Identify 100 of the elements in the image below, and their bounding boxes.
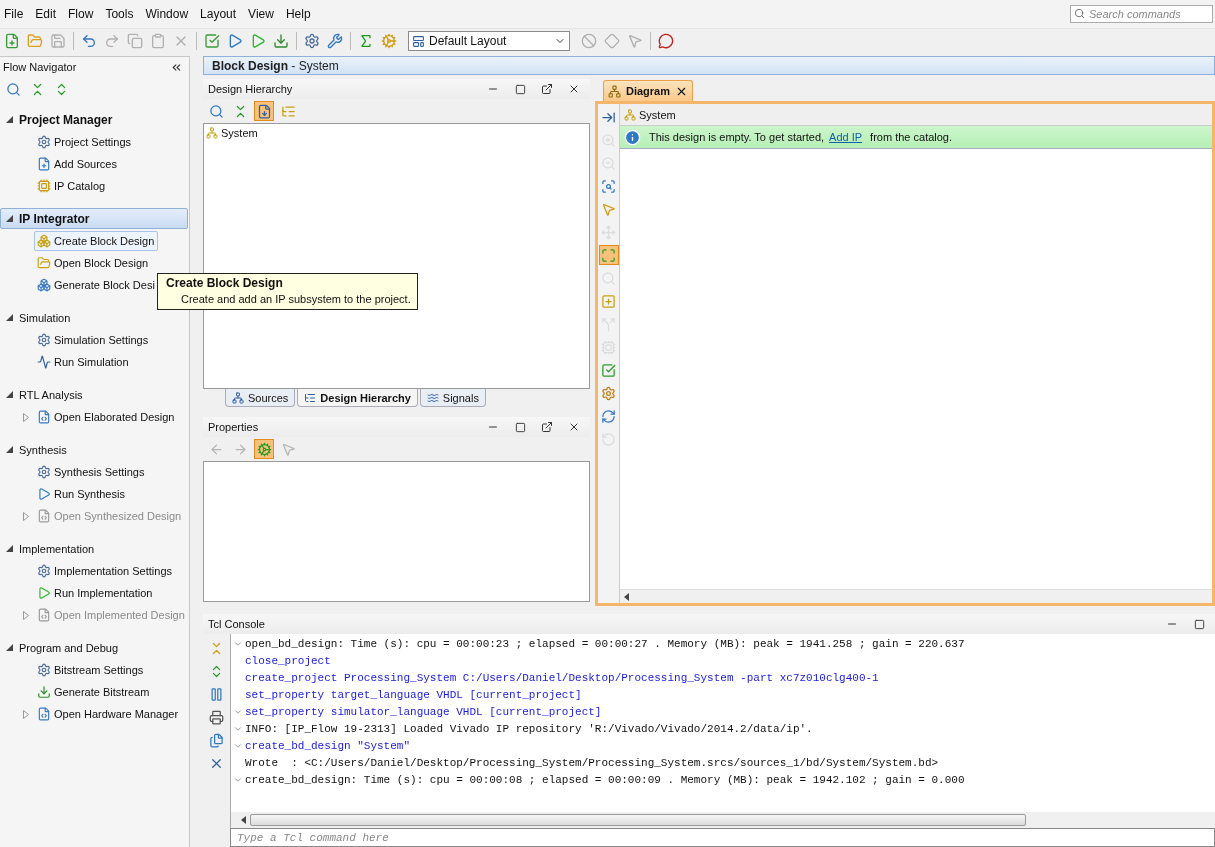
download-button[interactable]	[271, 31, 291, 51]
nav-item[interactable]: Project Settings	[34, 132, 136, 152]
nav-item[interactable]: Run Synthesis	[34, 484, 129, 504]
scrollbar-thumb[interactable]	[250, 814, 1026, 826]
console-line: create_bd_design "System"	[245, 739, 411, 752]
console-line: create_bd_design: Time (s): cpu = 00:00:08 ; elapsed = 00:00:09 . Memory (MB): peak = 1942.102 ; gain = 0.000	[245, 773, 965, 786]
save-icon	[50, 33, 66, 49]
float-icon	[541, 421, 553, 433]
console-line: close_project	[245, 654, 331, 667]
expand-triangle-icon[interactable]	[23, 412, 29, 422]
chat-button[interactable]	[656, 31, 676, 51]
refresh-icon	[601, 408, 616, 424]
panel-tab[interactable]: Design Hierarchy	[297, 389, 418, 407]
boxes-icon	[37, 278, 51, 292]
section-header[interactable]: IP Integrator	[0, 208, 188, 229]
tcl-command-field[interactable]: Type a Tcl command here	[230, 828, 1215, 847]
folder-icon	[27, 33, 43, 49]
nav-item[interactable]: Open Hardware Manager	[34, 704, 183, 724]
back-icon	[208, 441, 224, 457]
settings-button[interactable]	[302, 31, 322, 51]
move-icon	[601, 224, 616, 240]
menu-item[interactable]: Window	[143, 7, 197, 21]
search-icon	[208, 103, 224, 119]
check-icon	[601, 362, 616, 378]
fit-button[interactable]	[598, 245, 619, 265]
search-field[interactable]: Search commands	[1070, 5, 1213, 23]
nav-item[interactable]: Synthesis Settings	[34, 462, 149, 482]
nav-item[interactable]: Create Block Design	[34, 231, 159, 251]
add-ip-link[interactable]: Add IP	[829, 131, 863, 143]
panel-tab[interactable]: Sources	[225, 389, 296, 407]
pause-icon	[209, 686, 224, 702]
nav-item[interactable]: Bitstream Settings	[34, 660, 148, 680]
diamond-icon	[604, 33, 620, 49]
tree-node[interactable]: System	[206, 125, 587, 140]
tooltip-title: Create Block Design	[166, 276, 284, 291]
menu-item[interactable]: View	[246, 7, 282, 21]
chip-icon	[37, 179, 51, 193]
section-header[interactable]: Implementation	[0, 538, 188, 559]
console-line: set_property simulator_language VHDL [current_project]	[245, 705, 602, 718]
pointer-icon	[627, 33, 643, 49]
expanded-triangle-icon	[6, 116, 13, 123]
gear-button[interactable]	[254, 439, 274, 459]
console-line: Wrote : <C:/Users/Daniel/Desktop/Processing_System/Processing_System.srcs/sources_1/bd/System/System.bd>	[245, 756, 939, 769]
nav-item[interactable]: Simulation Settings	[34, 330, 153, 350]
waveform-icon	[37, 355, 51, 369]
expand-triangle-icon[interactable]	[23, 709, 29, 719]
gear-icon	[37, 333, 51, 347]
hierarchy-icon	[624, 108, 636, 121]
layout-dropdown[interactable]: Default Layout	[408, 31, 570, 51]
nav-item[interactable]: Run Implementation	[34, 583, 157, 603]
menu-item[interactable]: Tools	[103, 7, 142, 21]
boxes-icon	[37, 234, 51, 248]
gear-button[interactable]	[379, 31, 399, 51]
panel-title: Tcl Console	[208, 618, 265, 630]
menu-item[interactable]: File	[2, 7, 32, 21]
section-header[interactable]: RTL Analysis	[0, 384, 188, 405]
nav-item[interactable]: IP Catalog	[34, 176, 110, 196]
gear-icon	[37, 663, 51, 677]
zoom-fit-icon	[601, 178, 616, 194]
expanded-triangle-icon	[6, 391, 13, 398]
console-line: INFO: [IP_Flow 19-2313] Loaded Vivado IP repository 'R:/Vivado/Vivado/2014.2/data/ip'.	[245, 722, 813, 735]
forward-icon	[232, 441, 248, 457]
nav-item[interactable]: Generate Block Desi	[34, 275, 159, 295]
check-button[interactable]	[202, 31, 222, 51]
settings-icon	[304, 33, 320, 49]
undo-icon	[601, 431, 616, 447]
scroll-left-icon[interactable]	[624, 592, 629, 601]
diagram-tab[interactable]: Diagram	[603, 80, 694, 101]
document-button[interactable]	[254, 101, 274, 121]
nav-item[interactable]: Open Elaborated Design	[34, 407, 179, 427]
menu-item[interactable]: Edit	[33, 7, 65, 21]
scroll-left-icon[interactable]	[241, 816, 246, 824]
expanded-triangle-icon	[6, 644, 13, 651]
gear-icon	[37, 564, 51, 578]
close-icon	[568, 83, 580, 95]
nav-item[interactable]: Add Sources	[34, 154, 121, 174]
gear-icon	[381, 33, 397, 49]
add-block-icon	[601, 293, 616, 309]
menu-item[interactable]: Flow	[66, 7, 102, 21]
section-header[interactable]: Program and Debug	[0, 637, 188, 658]
nav-item[interactable]: Run Simulation	[34, 352, 133, 372]
layout-icon	[412, 34, 425, 48]
undo-icon	[81, 33, 97, 49]
nav-item[interactable]: Implementation Settings	[34, 561, 176, 581]
panel-title: Flow Navigator	[3, 61, 77, 73]
menu-item[interactable]: Help	[283, 7, 319, 21]
expanded-triangle-icon	[6, 545, 13, 552]
play-icon	[250, 33, 266, 49]
menu-item[interactable]: Layout	[198, 7, 245, 21]
nav-item[interactable]: Open Block Design	[34, 253, 153, 273]
search-icon	[601, 270, 616, 286]
wrench-button[interactable]	[325, 31, 345, 51]
section-header[interactable]: Simulation	[0, 307, 188, 328]
nav-item[interactable]: Generate Bitstream	[34, 682, 154, 702]
section-header[interactable]: Project Manager	[0, 109, 188, 130]
run-icon	[37, 487, 51, 501]
panel-tab[interactable]: Signals	[419, 389, 486, 407]
pointer-icon	[601, 201, 616, 217]
section-header[interactable]: Synthesis	[0, 439, 188, 460]
tooltip-text: Create and add an IP subsystem to the project.	[180, 292, 411, 306]
